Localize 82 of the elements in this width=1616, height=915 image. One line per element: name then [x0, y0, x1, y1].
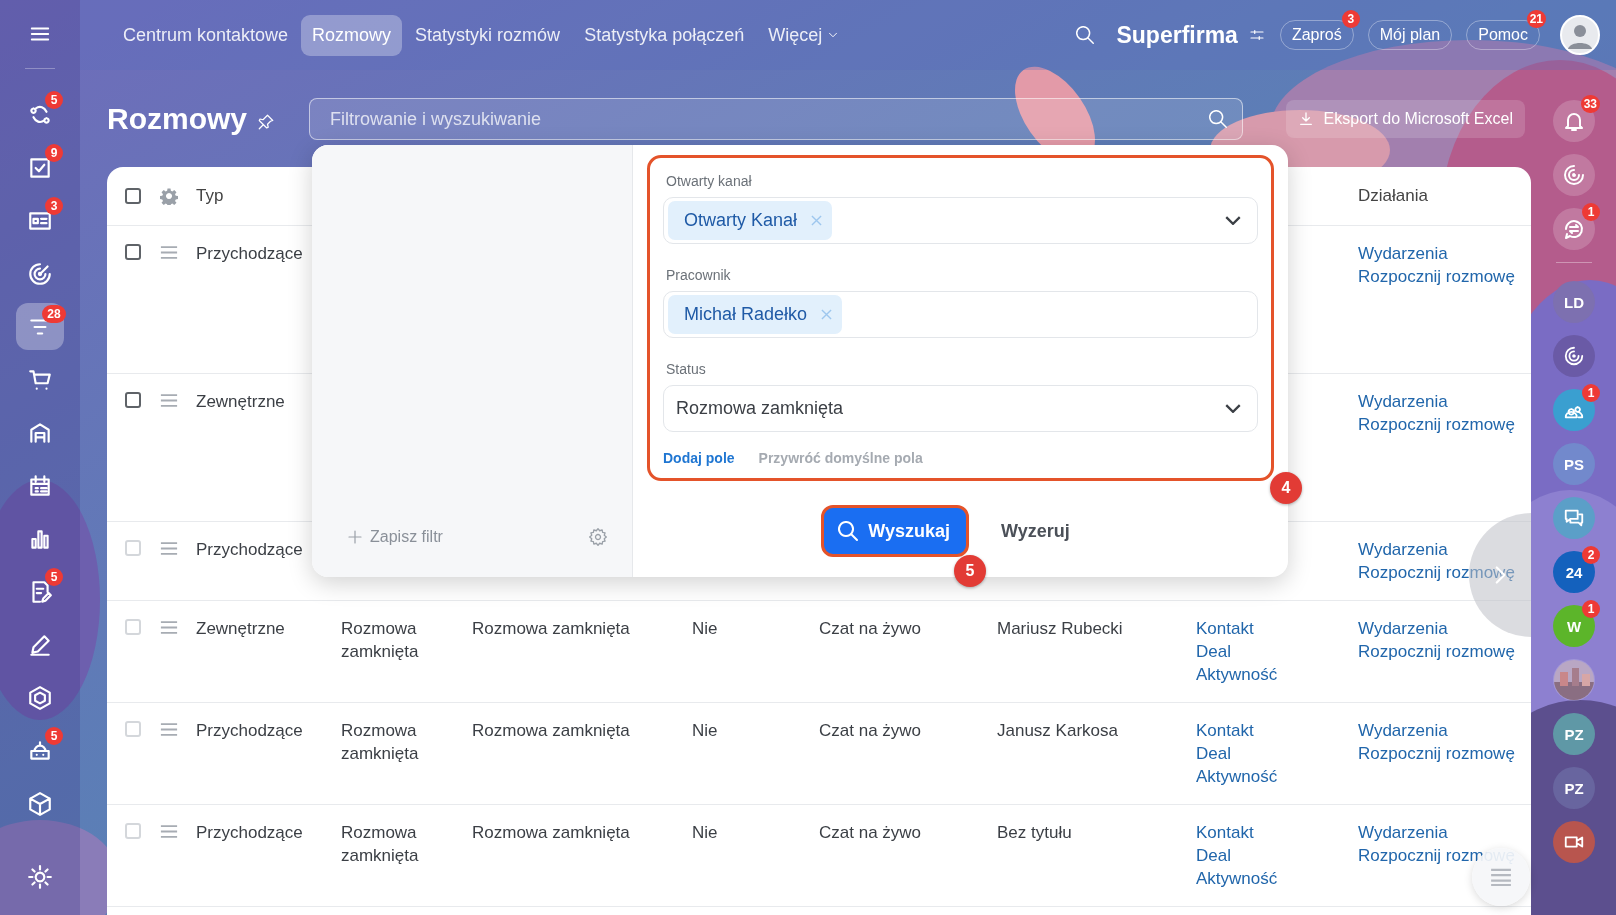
- table-cell-text: Przychodzące: [196, 822, 304, 844]
- table-cell-text: Zewnętrzne: [196, 618, 286, 640]
- filter-tag[interactable]: Otwarty Kanał: [668, 201, 833, 240]
- action-link[interactable]: Wydarzenia: [1358, 390, 1448, 413]
- cube-icon: [27, 790, 53, 817]
- drag-handle-icon[interactable]: [160, 621, 178, 634]
- search-icon[interactable]: [1074, 24, 1097, 46]
- table-cell-text: Bez tytułu: [997, 822, 1073, 844]
- field-label: Otwarty kanał: [666, 173, 753, 189]
- field-label: Pracownik: [666, 267, 732, 283]
- action-link[interactable]: Rozpocznij rozmowę: [1358, 265, 1515, 288]
- field-label: Status: [666, 361, 707, 377]
- drag-handle-icon[interactable]: [160, 542, 178, 555]
- tag-field[interactable]: Otwarty Kanał: [663, 197, 1258, 244]
- search-icon[interactable]: [1207, 108, 1229, 130]
- sidebar-item[interactable]: 5: [16, 568, 64, 615]
- table-cell-text: Nie: [692, 822, 719, 844]
- table-cell-text: Czat na żywo: [819, 822, 923, 844]
- pin-icon[interactable]: [257, 113, 275, 131]
- more-menu[interactable]: Więcej: [757, 14, 852, 56]
- save-filter-button[interactable]: Zapisz filtr: [346, 528, 443, 546]
- sidebar-item[interactable]: 9: [16, 144, 64, 191]
- spiral-icon: [1562, 163, 1586, 187]
- sidebar-item[interactable]: 5: [16, 91, 64, 138]
- action-link[interactable]: Rozpocznij rozmowę: [1358, 413, 1515, 436]
- table-cell-text: Nie: [692, 618, 719, 640]
- sidebar-item[interactable]: 3: [16, 197, 64, 244]
- table-cell-text: Rozmowa zamknięta: [472, 822, 631, 844]
- add-field-link[interactable]: Dodaj pole: [663, 450, 735, 466]
- calendar-icon: [27, 472, 53, 499]
- drag-handle-icon[interactable]: [160, 825, 178, 838]
- table-cell-text: Mariusz Rubecki: [997, 618, 1124, 640]
- sidebar-item[interactable]: 5: [16, 727, 64, 774]
- table-cell-text: Rozmowa zamknięta: [341, 822, 420, 867]
- table-cell-text: Przychodzące: [196, 243, 304, 265]
- nav-tab[interactable]: Statystyki rozmów: [404, 14, 572, 56]
- table-cell-text: Nie: [692, 720, 719, 742]
- drag-handle-icon[interactable]: [160, 246, 178, 259]
- select-all-checkbox[interactable]: [125, 188, 141, 204]
- callout-number: 5: [954, 555, 986, 587]
- side-button[interactable]: [1553, 208, 1595, 250]
- table-cell-text: Czat na żywo: [819, 720, 923, 742]
- search-icon: [836, 519, 861, 543]
- nav-tab[interactable]: Centrum kontaktowe: [112, 14, 300, 56]
- chat-swap-icon: [1562, 217, 1586, 241]
- drag-handle-icon[interactable]: [160, 394, 178, 407]
- menu-icon: [1489, 868, 1513, 886]
- table-cell-text: Przychodzące: [196, 720, 304, 742]
- gear-icon[interactable]: [160, 187, 178, 205]
- row-checkbox[interactable]: [125, 392, 141, 408]
- callout-number: 4: [1270, 472, 1302, 504]
- filter-tag[interactable]: Michał Radełko: [668, 295, 843, 334]
- table-cell-text: Rozmowa zamknięta: [341, 720, 420, 765]
- table-cell-text: Janusz Karkosa: [997, 720, 1119, 742]
- table-cell-text: Rozmowa zamknięta: [341, 618, 420, 663]
- spiral-icon: [1563, 345, 1585, 367]
- avatar[interactable]: [1560, 15, 1600, 55]
- page-title: Rozmowy: [107, 102, 247, 136]
- tag-field[interactable]: Michał Radełko: [663, 291, 1258, 338]
- search-button[interactable]: Wyszukaj: [821, 505, 969, 557]
- action-link[interactable]: Wydarzenia: [1358, 242, 1448, 265]
- download-icon: [1297, 111, 1314, 127]
- table-cell-text: Czat na żywo: [819, 618, 923, 640]
- table-cell-text: Zewnętrzne: [196, 391, 286, 413]
- column-header[interactable]: Działania: [1358, 186, 1531, 206]
- table-cell-text: Rozmowa zamknięta: [472, 720, 631, 742]
- plus-icon: [346, 528, 364, 546]
- dropdown[interactable]: Rozmowa zamknięta: [663, 385, 1258, 432]
- row-checkbox[interactable]: [125, 244, 141, 260]
- table-cell-text: Rozmowa zamknięta: [472, 618, 631, 640]
- side-button[interactable]: [1553, 100, 1595, 142]
- table-cell-text: Przychodzące: [196, 539, 304, 561]
- hexagon-icon: [27, 684, 53, 711]
- sidebar-item[interactable]: 28: [16, 303, 64, 350]
- chat-bubbles-icon: [1563, 507, 1585, 529]
- search-field[interactable]: Filtrowanie i wyszukiwanie: [309, 98, 1243, 140]
- drag-handle-icon[interactable]: [160, 723, 178, 736]
- company-name[interactable]: Superfirma: [1116, 21, 1238, 49]
- target-icon: [27, 260, 53, 287]
- nav-tab[interactable]: Statystyka połączeń: [573, 14, 756, 56]
- side-button[interactable]: [1553, 154, 1595, 196]
- reset-button[interactable]: Wyzeruj: [1001, 520, 1070, 542]
